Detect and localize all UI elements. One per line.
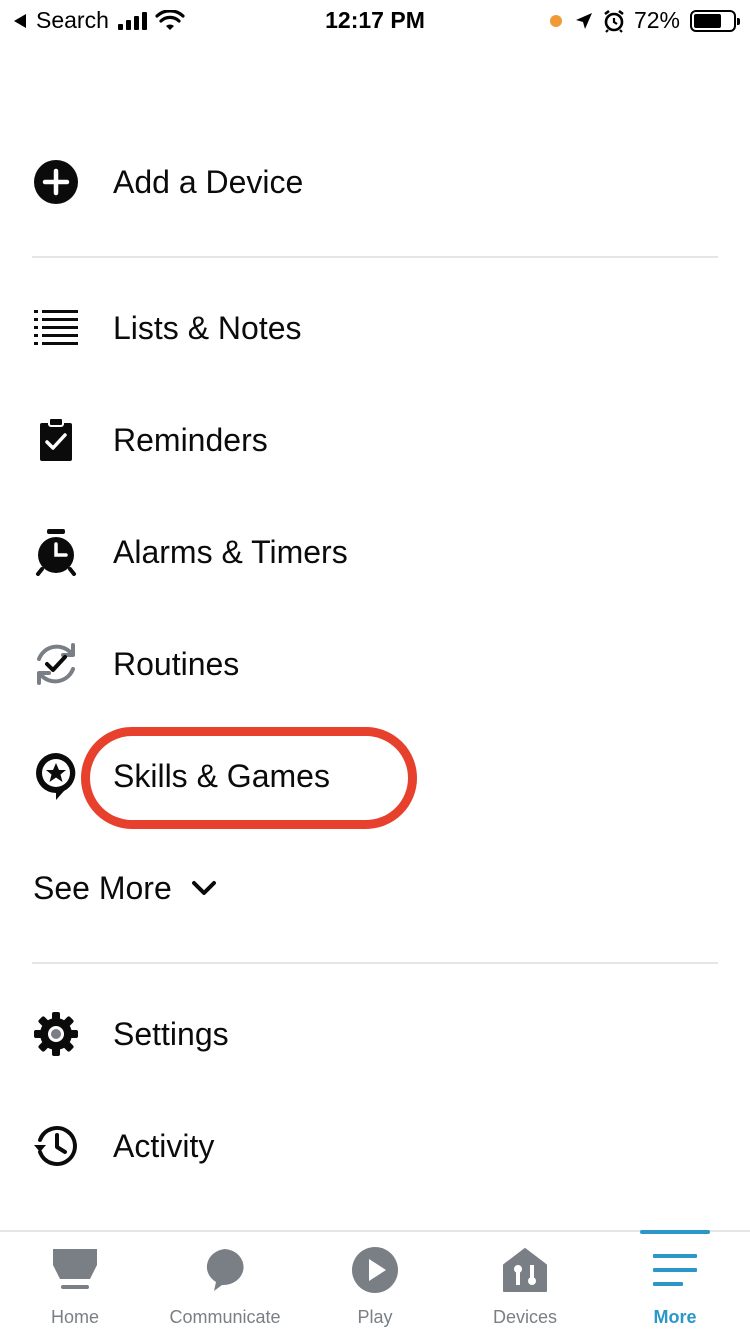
menu-item-label: Routines — [113, 645, 240, 682]
alarm-status-icon — [604, 9, 624, 33]
menu-item-label: Lists & Notes — [113, 309, 302, 346]
home-icon — [51, 1246, 99, 1294]
add-circle-icon — [32, 158, 80, 206]
active-tab-indicator — [640, 1230, 710, 1234]
list-icon — [32, 304, 80, 352]
tab-label: Devices — [492, 1307, 558, 1327]
menu-item-settings[interactable]: Settings — [0, 984, 750, 1084]
skills-bubble-icon — [32, 752, 80, 800]
battery-percent: 72% — [633, 7, 680, 33]
menu-item-routines[interactable]: Routines — [0, 614, 750, 714]
menu-item-label: Reminders — [113, 421, 268, 458]
menu-item-label: Alarms & Timers — [113, 533, 348, 570]
location-arrow-icon — [575, 12, 592, 29]
routine-check-icon — [32, 640, 80, 688]
mic-in-use-dot — [549, 14, 562, 27]
tab-home[interactable]: Home — [0, 1232, 150, 1334]
page: Search 12:17 PM 72% Add a Device Lists &… — [0, 0, 750, 1334]
menu-item-activity[interactable]: Activity — [0, 1096, 750, 1196]
battery-fill — [694, 13, 722, 28]
gear-icon — [32, 1010, 80, 1058]
see-more-toggle[interactable]: See More — [33, 860, 218, 916]
battery-icon — [690, 9, 740, 32]
chevron-down-icon — [191, 881, 216, 895]
menu-item-add-device[interactable]: Add a Device — [0, 132, 750, 232]
alarm-clock-icon — [32, 528, 80, 576]
menu-item-alarms-timers[interactable]: Alarms & Timers — [0, 502, 750, 602]
status-bar: Search 12:17 PM 72% — [0, 0, 750, 42]
chat-bubble-icon — [201, 1246, 249, 1294]
see-more-label: See More — [33, 869, 172, 906]
tab-devices[interactable]: Devices — [450, 1232, 600, 1334]
clipboard-check-icon — [32, 416, 80, 464]
play-icon — [351, 1246, 399, 1294]
devices-icon — [501, 1246, 549, 1294]
tab-label: Communicate — [169, 1307, 281, 1327]
divider — [32, 256, 718, 258]
tab-communicate[interactable]: Communicate — [150, 1232, 300, 1334]
history-icon — [32, 1122, 80, 1170]
tab-label: Play — [357, 1307, 393, 1327]
status-right: 72% — [549, 7, 740, 34]
menu-item-reminders[interactable]: Reminders — [0, 390, 750, 490]
menu-item-label: Skills & Games — [113, 757, 330, 794]
tab-label: Home — [50, 1307, 99, 1327]
divider — [32, 962, 718, 964]
bottom-tab-bar: Home Communicate Play Devices More — [0, 1230, 750, 1334]
menu-icon — [651, 1246, 699, 1294]
menu-item-label: Add a Device — [113, 163, 304, 200]
tab-play[interactable]: Play — [300, 1232, 450, 1334]
menu-item-label: Settings — [113, 1015, 229, 1052]
tab-label: More — [653, 1307, 697, 1327]
tab-more[interactable]: More — [600, 1230, 750, 1334]
menu-item-lists-notes[interactable]: Lists & Notes — [0, 278, 750, 378]
menu-item-skills-games[interactable]: Skills & Games — [0, 726, 750, 826]
menu-item-label: Activity — [113, 1127, 215, 1164]
